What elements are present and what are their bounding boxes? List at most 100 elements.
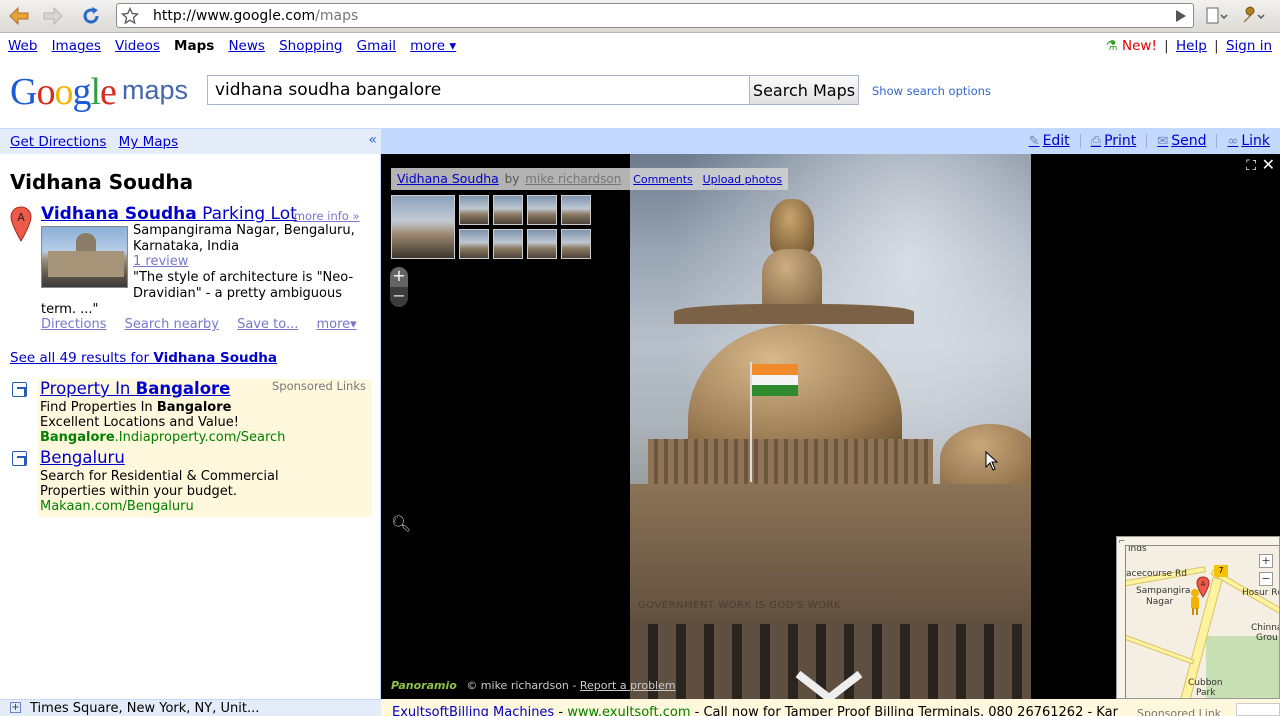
- left-panel: Vidhana Soudha A Vidhana Soudha Parking …: [0, 154, 381, 699]
- directions-link[interactable]: Directions: [41, 317, 107, 332]
- print-icon: ⎙: [1090, 133, 1102, 149]
- save-to-link[interactable]: Save to...: [237, 317, 298, 332]
- snippet-line: "The style of architecture is "Neo-: [133, 270, 354, 285]
- overview-map[interactable]: ⌐ inds acecourse Rd Sampangira Nagar Hos…: [1116, 536, 1280, 699]
- more-actions-link[interactable]: more▾: [317, 317, 357, 332]
- thumbnail[interactable]: [459, 229, 489, 259]
- panoramio-logo[interactable]: Panoramio: [391, 679, 457, 692]
- ad-url[interactable]: Makaan.com/Bengaluru: [40, 499, 194, 514]
- gbar-news[interactable]: News: [228, 38, 264, 54]
- marker-a-icon[interactable]: A: [10, 206, 32, 242]
- back-button[interactable]: [6, 4, 32, 28]
- see-all-results-link[interactable]: See all 49 results for Vidhana Soudha: [10, 350, 277, 366]
- ad-expand-icon[interactable]: [12, 451, 27, 466]
- get-directions-link[interactable]: Get Directions: [10, 134, 106, 150]
- bottom-ad-url-link[interactable]: www.exultsoft.com: [567, 705, 690, 716]
- thumbnail[interactable]: [527, 229, 557, 259]
- thumbnail[interactable]: [561, 195, 591, 225]
- gbar-shopping[interactable]: Shopping: [279, 38, 342, 54]
- forward-arrow-icon: [43, 6, 63, 26]
- separator: |: [1164, 38, 1169, 54]
- bottom-ad-title-link[interactable]: ExultsoftBilling Machines: [392, 705, 554, 716]
- review-link[interactable]: 1 review: [133, 254, 188, 269]
- ad-nav-arrows[interactable]: [1236, 703, 1280, 716]
- photo-credit: Panoramio © mike richardson - Report a p…: [391, 679, 676, 692]
- collapse-panel-button[interactable]: «: [368, 132, 377, 148]
- highway-shield-icon: 7: [1214, 565, 1228, 577]
- overview-zoom-out-button[interactable]: −: [1259, 572, 1273, 586]
- gbar-more[interactable]: more ▾: [410, 38, 456, 54]
- address-bar[interactable]: http://www.google.com/maps: [116, 3, 1194, 28]
- ad-url[interactable]: Bangalore.Indiaproperty.com/Search: [40, 430, 285, 445]
- bookmark-star-icon[interactable]: [120, 6, 140, 29]
- ad-text: Find Properties In Bangalore: [40, 400, 370, 415]
- page-menu-button[interactable]: [1203, 4, 1229, 28]
- link-button[interactable]: ∞ Link: [1227, 133, 1270, 149]
- show-search-options-link[interactable]: Show search options: [872, 84, 991, 98]
- thumbnail[interactable]: [391, 195, 455, 259]
- search-nearby-link[interactable]: Search nearby: [125, 317, 219, 332]
- go-arrow-icon[interactable]: [1175, 9, 1187, 27]
- overview-zoom-in-button[interactable]: +: [1259, 554, 1273, 568]
- thumbnail[interactable]: [561, 229, 591, 259]
- photo-title-link[interactable]: Vidhana Soudha: [397, 171, 499, 186]
- pegman-icon[interactable]: [1188, 588, 1202, 616]
- edit-button[interactable]: ✎ Edit: [1029, 133, 1070, 149]
- search-maps-button[interactable]: Search Maps: [749, 75, 859, 105]
- photo-thumbnails: [391, 195, 591, 261]
- wrench-menu-button[interactable]: [1240, 4, 1266, 28]
- thumbnail[interactable]: [459, 195, 489, 225]
- more-info-link[interactable]: more info »: [294, 209, 360, 223]
- back-arrow-icon: [9, 6, 29, 26]
- gbar-videos[interactable]: Videos: [115, 38, 160, 54]
- maps-logo-text: maps: [122, 75, 189, 105]
- saved-location-text[interactable]: Times Square, New York, NY, Unit...: [30, 701, 259, 716]
- result-address: Sampangirama Nagar, Bengaluru, Karnataka…: [133, 223, 373, 255]
- google-maps-logo[interactable]: Google maps: [10, 70, 190, 114]
- more-info: - more info »: [286, 209, 360, 223]
- ad-title-link[interactable]: Property In Bangalore: [40, 379, 230, 398]
- thumbnail[interactable]: [493, 229, 523, 259]
- help-link[interactable]: Help: [1176, 38, 1207, 54]
- ad-text: Search for Residential & Commercial: [40, 469, 279, 484]
- thumbnail[interactable]: [493, 195, 523, 225]
- zoom-in-button[interactable]: +: [390, 267, 408, 287]
- reload-button[interactable]: [78, 4, 104, 28]
- my-maps-link[interactable]: My Maps: [119, 134, 178, 150]
- ad-expand-icon[interactable]: [12, 382, 27, 397]
- send-button[interactable]: ✉ Send: [1157, 133, 1206, 149]
- new-features-link[interactable]: New!: [1122, 38, 1157, 54]
- edit-icon: ✎: [1028, 133, 1040, 149]
- fullscreen-icon[interactable]: ⛶: [1246, 158, 1256, 174]
- gbar-images[interactable]: Images: [52, 38, 101, 54]
- engraving-text: GOVERNMENT WORK IS GOD'S WORK: [638, 600, 842, 611]
- upload-photos-link[interactable]: Upload photos: [703, 173, 783, 186]
- report-problem-link[interactable]: Report a problem: [580, 679, 676, 692]
- search-input[interactable]: [207, 75, 750, 105]
- gbar-gmail[interactable]: Gmail: [357, 38, 396, 54]
- panoramio-photo[interactable]: GOVERNMENT WORK IS GOD'S WORK: [630, 154, 1031, 699]
- zoom-out-button[interactable]: −: [390, 287, 408, 307]
- google-logo-text: Google: [10, 71, 117, 113]
- map-label: Cubbon: [1188, 678, 1223, 688]
- chevron-down-icon[interactable]: [794, 670, 864, 699]
- result-title-rest: Parking Lot: [196, 204, 297, 224]
- author-link[interactable]: mike richardson: [525, 172, 621, 186]
- photo-viewer[interactable]: GOVERNMENT WORK IS GOD'S WORK Vidhana So…: [381, 154, 1280, 699]
- gbar-web[interactable]: Web: [8, 38, 37, 54]
- edit-label: Edit: [1042, 133, 1070, 149]
- thumbnail[interactable]: [527, 195, 557, 225]
- sign-in-link[interactable]: Sign in: [1226, 38, 1272, 54]
- result-title-link[interactable]: Vidhana Soudha Parking Lot: [41, 204, 297, 224]
- print-label: Print: [1104, 133, 1137, 149]
- close-icon[interactable]: ✕: [1262, 155, 1275, 174]
- dash: -: [286, 209, 294, 223]
- magnifier-icon[interactable]: 🔍︎: [391, 514, 411, 533]
- ad-line-pre: Find Properties In: [40, 400, 157, 415]
- forward-button[interactable]: [40, 4, 66, 28]
- print-button[interactable]: ⎙ Print: [1091, 133, 1137, 149]
- ad-title-link[interactable]: Bengaluru: [40, 448, 125, 467]
- expand-icon[interactable]: +: [10, 702, 21, 713]
- ad-url-bold: Bangalore: [40, 430, 115, 445]
- comments-link[interactable]: Comments: [633, 173, 693, 186]
